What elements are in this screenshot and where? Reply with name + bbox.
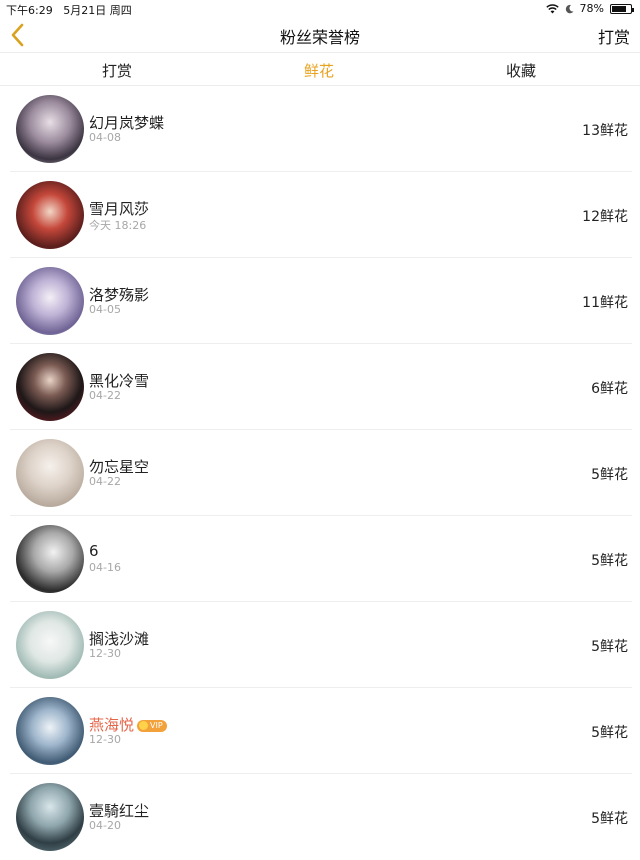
fan-row[interactable]: 壹騎红尘 04-20 5鲜花 [10,774,632,860]
fan-row[interactable]: 勿忘星空 04-22 5鲜花 [10,430,632,516]
flower-count: 6鲜花 [591,381,628,397]
fan-name: 雪月风莎 [89,200,150,218]
flower-count: 5鲜花 [591,811,628,827]
status-time-date: 下午6:29 5月21日 周四 [6,2,132,18]
avatar [16,783,84,851]
avatar [16,525,84,593]
battery-fill [612,5,627,12]
status-right: 78% [545,2,634,15]
avatar [16,439,84,507]
battery-percent: 78% [579,2,604,15]
fan-name: 壹騎红尘 [89,802,150,820]
fan-date: 04-05 [89,303,121,316]
fan-row[interactable]: 搁浅沙滩 12-30 5鲜花 [10,602,632,688]
tab-favorites[interactable]: 收藏 [461,60,581,81]
flower-count: 5鲜花 [591,639,628,655]
fan-row[interactable]: 雪月风莎 今天 18:26 12鲜花 [10,172,632,258]
fan-row[interactable]: 燕海悦 VIP 12-30 5鲜花 [10,688,632,774]
fan-name: 幻月岚梦蝶 [89,114,165,132]
tab-flowers[interactable]: 鲜花 [259,60,379,81]
fan-name: 6 [89,542,99,560]
wifi-icon [545,3,559,13]
fan-date: 04-22 [89,389,121,402]
fan-date: 04-16 [89,561,121,574]
fan-date: 今天 18:26 [89,219,147,232]
avatar [16,181,84,249]
status-bar: 下午6:29 5月21日 周四 78% [0,0,640,18]
battery-icon [610,3,634,14]
avatar [16,267,84,335]
fan-date: 12-30 [89,647,121,660]
fan-name: 搁浅沙滩 [89,630,150,648]
flower-count: 5鲜花 [591,725,628,741]
fan-name-text: 燕海悦 [89,716,135,734]
fan-row[interactable]: 洛梦殇影 04-05 11鲜花 [10,258,632,344]
fan-row[interactable]: 幻月岚梦蝶 04-08 13鲜花 [10,86,632,172]
fan-list: 幻月岚梦蝶 04-08 13鲜花 雪月风莎 今天 18:26 12鲜花 洛梦殇影… [0,86,640,860]
fan-date: 04-22 [89,475,121,488]
nav-bar: 粉丝荣誉榜 打赏 [0,18,640,52]
fan-name: 黑化冷雪 [89,372,150,390]
crown-icon [139,720,149,730]
reward-button[interactable]: 打赏 [598,24,630,48]
tab-reward[interactable]: 打赏 [57,60,177,81]
fan-row[interactable]: 黑化冷雪 04-22 6鲜花 [10,344,632,430]
fan-name: 勿忘星空 [89,458,150,476]
fan-date: 12-30 [89,733,121,746]
vip-badge: VIP [137,719,167,732]
tab-bar: 打赏 鲜花 收藏 [0,52,640,86]
fan-name: 燕海悦 VIP [89,714,167,735]
fan-date: 04-20 [89,819,121,832]
moon-icon [565,4,574,13]
flower-count: 13鲜花 [582,123,628,139]
vip-badge-label: VIP [150,720,163,730]
status-time: 下午6:29 [6,4,53,17]
avatar [16,95,84,163]
flower-count: 5鲜花 [591,467,628,483]
avatar [16,611,84,679]
fan-name: 洛梦殇影 [89,286,150,304]
fan-row[interactable]: 6 04-16 5鲜花 [10,516,632,602]
avatar [16,697,84,765]
avatar [16,353,84,421]
flower-count: 12鲜花 [582,209,628,225]
flower-count: 5鲜花 [591,553,628,569]
page-title: 粉丝荣誉榜 [279,28,360,47]
status-date: 5月21日 周四 [63,4,132,17]
flower-count: 11鲜花 [582,295,628,311]
fan-date: 04-08 [89,131,121,144]
